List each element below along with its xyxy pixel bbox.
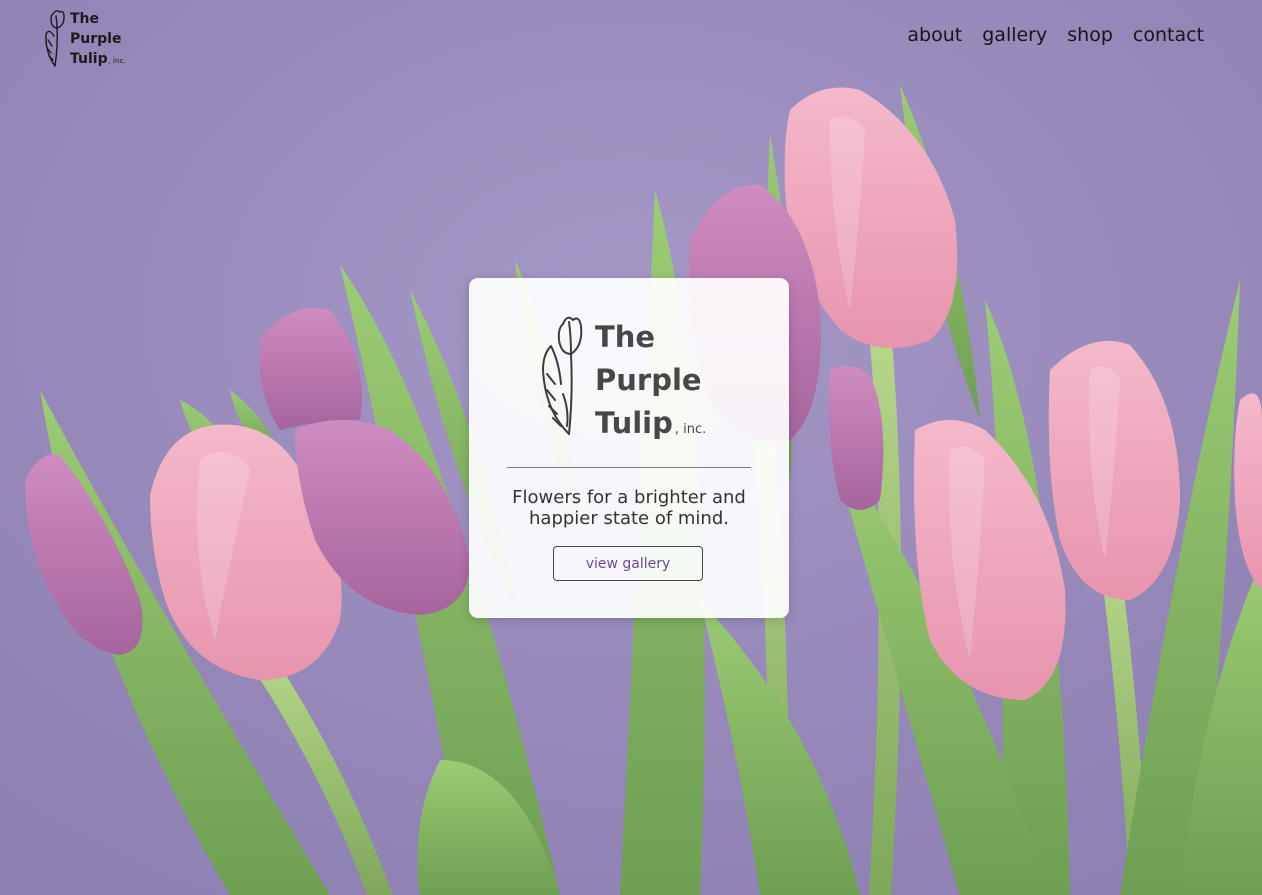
nav-link-shop[interactable]: shop xyxy=(1067,24,1113,46)
card-brand-name: The Purple Tulip, inc. xyxy=(595,316,706,451)
brand-logo[interactable]: The Purple Tulip, inc. xyxy=(42,8,132,70)
main-nav: about gallery shop contact xyxy=(907,24,1204,46)
view-gallery-button[interactable]: view gallery xyxy=(553,546,703,581)
card-line-3: Tulip xyxy=(595,406,673,440)
nav-link-gallery[interactable]: gallery xyxy=(982,24,1047,46)
brand-line-1: The xyxy=(70,11,100,27)
card-divider xyxy=(507,467,751,468)
nav-link-about[interactable]: about xyxy=(907,24,962,46)
brand-line-2: Purple xyxy=(70,31,122,47)
nav-link-contact[interactable]: contact xyxy=(1133,24,1204,46)
card-suffix: , inc. xyxy=(674,422,707,437)
card-line-1: The xyxy=(595,320,656,354)
tulip-sketch-icon xyxy=(45,10,65,67)
brand-line-3: Tulip xyxy=(70,51,108,67)
tulip-sketch-icon xyxy=(542,316,583,435)
card-line-2: Purple xyxy=(595,363,702,397)
brand-suffix: , inc. xyxy=(108,57,126,65)
brand-name: The Purple Tulip, inc. xyxy=(70,9,126,71)
hero-card: The Purple Tulip, inc. Flowers for a bri… xyxy=(469,278,789,618)
card-tagline: Flowers for a brighter and happier state… xyxy=(512,487,746,529)
